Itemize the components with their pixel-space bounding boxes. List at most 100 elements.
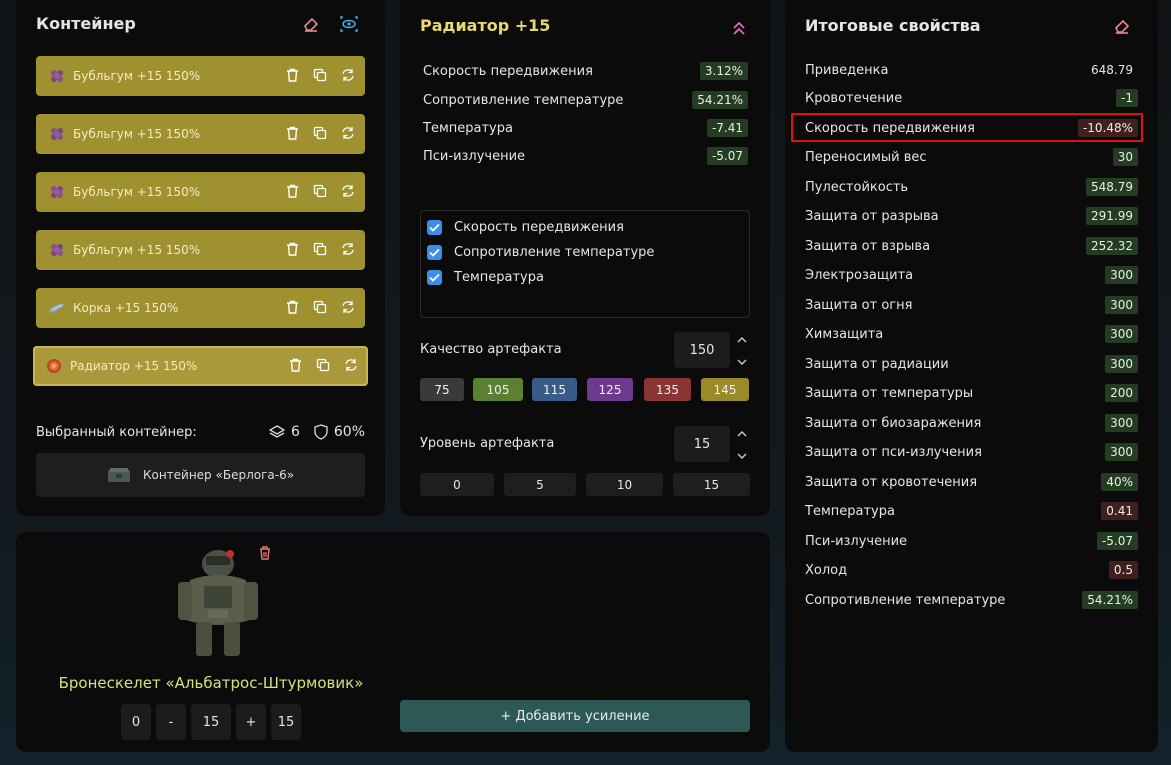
copy-icon[interactable] xyxy=(311,182,329,200)
chevron-down-icon[interactable] xyxy=(737,452,747,460)
trash-icon[interactable] xyxy=(283,124,301,142)
stat-value: -5.07 xyxy=(706,147,748,165)
trash-icon[interactable] xyxy=(283,182,301,200)
property-name: Электрозащита xyxy=(805,267,914,283)
container-slot[interactable]: Корка +15 150% xyxy=(36,288,365,328)
swap-icon[interactable] xyxy=(339,240,357,258)
slot-label: Корка +15 150% xyxy=(73,301,179,315)
stat-value: -7.41 xyxy=(706,119,748,137)
quality-option-button[interactable]: 125 xyxy=(587,378,633,401)
quality-label: Качество артефакта xyxy=(420,342,562,357)
container-panel: Контейнер Бубльгум +15 150% Бубльгум +15 … xyxy=(16,0,385,516)
trash-icon[interactable] xyxy=(283,66,301,84)
checkbox-checked[interactable] xyxy=(427,245,442,260)
armor-panel: Бронескелет «Альбатрос-Штурмовик» 0 - 15… xyxy=(16,532,770,752)
armor-level-min-button[interactable]: 0 xyxy=(121,704,151,740)
trash-icon[interactable] xyxy=(254,542,276,564)
property-row: Защита от взрыва 252.32 xyxy=(805,235,1138,257)
property-row: Защита от разрыва 291.99 xyxy=(805,205,1138,227)
property-value: 30 xyxy=(1112,148,1138,166)
copy-icon[interactable] xyxy=(311,66,329,84)
eraser-icon[interactable] xyxy=(300,13,322,35)
container-slot[interactable]: Радиатор +15 150% xyxy=(33,346,368,386)
swap-icon[interactable] xyxy=(339,298,357,316)
copy-icon[interactable] xyxy=(314,356,332,374)
container-slot[interactable]: Бубльгум +15 150% xyxy=(36,56,365,96)
copy-icon[interactable] xyxy=(311,240,329,258)
quality-input[interactable]: 150 xyxy=(674,332,730,368)
property-value: -1 xyxy=(1116,89,1138,107)
armor-level-increase-button[interactable]: + xyxy=(236,704,266,740)
swap-icon[interactable] xyxy=(339,182,357,200)
artifact-panel: Радиатор +15 Скорость передвижения 3.12% С… xyxy=(400,0,770,516)
armor-name: Бронескелет «Альбатрос-Штурмовик» xyxy=(58,674,364,692)
crust-icon xyxy=(48,299,66,317)
checkbox-checked[interactable] xyxy=(427,220,442,235)
trash-icon[interactable] xyxy=(286,356,304,374)
chevron-up-icon[interactable] xyxy=(737,430,747,438)
chevron-up-icon[interactable] xyxy=(737,336,747,344)
quality-option-button[interactable]: 115 xyxy=(532,378,577,401)
property-row: Кровотечение -1 xyxy=(805,87,1138,109)
quality-option-button[interactable]: 75 xyxy=(420,378,464,401)
stat-checkbox-row[interactable]: Сопротивление температуре xyxy=(421,240,749,265)
property-value: 0.5 xyxy=(1108,561,1138,579)
quality-spinner[interactable] xyxy=(735,336,749,366)
property-name: Защита от разрыва xyxy=(805,208,939,224)
bubblegum-icon xyxy=(48,183,66,201)
armor-level-input[interactable]: 15 xyxy=(191,704,231,740)
copy-icon[interactable] xyxy=(311,124,329,142)
property-value: 200 xyxy=(1105,384,1138,402)
artifact-stat-row: Температура -7.41 xyxy=(423,117,748,139)
property-row: Защита от пси-излучения 300 xyxy=(805,441,1138,463)
slots-count: 6 xyxy=(268,424,300,440)
slot-label: Бубльгум +15 150% xyxy=(73,69,201,83)
swap-icon[interactable] xyxy=(339,124,357,142)
armor-level-max-button[interactable]: 15 xyxy=(271,704,301,740)
swap-icon[interactable] xyxy=(339,66,357,84)
property-row: Температура 0.41 xyxy=(805,500,1138,522)
level-option-button[interactable]: 10 xyxy=(586,473,663,496)
container-slot[interactable]: Бубльгум +15 150% xyxy=(36,172,365,212)
armor-level-decrease-button[interactable]: - xyxy=(156,704,186,740)
property-name: Химзащита xyxy=(805,326,884,342)
chevron-down-icon[interactable] xyxy=(737,358,747,366)
trash-icon[interactable] xyxy=(283,298,301,316)
property-row: Пси-излучение -5.07 xyxy=(805,530,1138,552)
level-option-button[interactable]: 15 xyxy=(673,473,750,496)
add-upgrade-button[interactable]: + Добавить усиление xyxy=(400,700,750,732)
level-spinner[interactable] xyxy=(735,430,749,460)
eye-icon[interactable] xyxy=(338,13,360,35)
quality-option-button[interactable]: 135 xyxy=(644,378,691,401)
level-option-button[interactable]: 5 xyxy=(504,473,576,496)
stat-value: 3.12% xyxy=(699,62,748,80)
container-slot[interactable]: Бубльгум +15 150% xyxy=(36,230,365,270)
stat-checkbox-row[interactable]: Скорость передвижения xyxy=(421,215,749,240)
property-row: Электрозащита 300 xyxy=(805,264,1138,286)
property-value: 0.41 xyxy=(1101,502,1138,520)
property-value: 252.32 xyxy=(1086,237,1138,255)
copy-icon[interactable] xyxy=(311,298,329,316)
property-name: Защита от кровотечения xyxy=(805,474,978,490)
level-input[interactable]: 15 xyxy=(674,426,730,462)
property-value: 548.79 xyxy=(1086,178,1138,196)
stat-checkbox-row[interactable]: Температура xyxy=(421,265,749,290)
container-title: Контейнер xyxy=(36,14,136,33)
property-name: Защита от биозаражения xyxy=(805,415,982,431)
property-name: Защита от температуры xyxy=(805,385,974,401)
level-option-button[interactable]: 0 xyxy=(420,473,494,496)
checkbox-label: Сопротивление температуре xyxy=(454,245,655,260)
container-slot[interactable]: Бубльгум +15 150% xyxy=(36,114,365,154)
quality-option-button[interactable]: 145 xyxy=(701,378,749,401)
quality-option-button[interactable]: 105 xyxy=(473,378,523,401)
checkbox-label: Температура xyxy=(454,270,544,285)
trash-icon[interactable] xyxy=(283,240,301,258)
container-select-button[interactable]: Контейнер «Берлога-6» xyxy=(36,453,365,497)
property-name: Кровотечение xyxy=(805,90,903,106)
eraser-icon[interactable] xyxy=(1111,15,1133,37)
swap-icon[interactable] xyxy=(342,356,360,374)
property-name: Пулестойкость xyxy=(805,179,909,195)
checkbox-checked[interactable] xyxy=(427,270,442,285)
collapse-chevrons-icon[interactable] xyxy=(728,17,750,39)
armor-exoskeleton-image xyxy=(178,550,258,656)
